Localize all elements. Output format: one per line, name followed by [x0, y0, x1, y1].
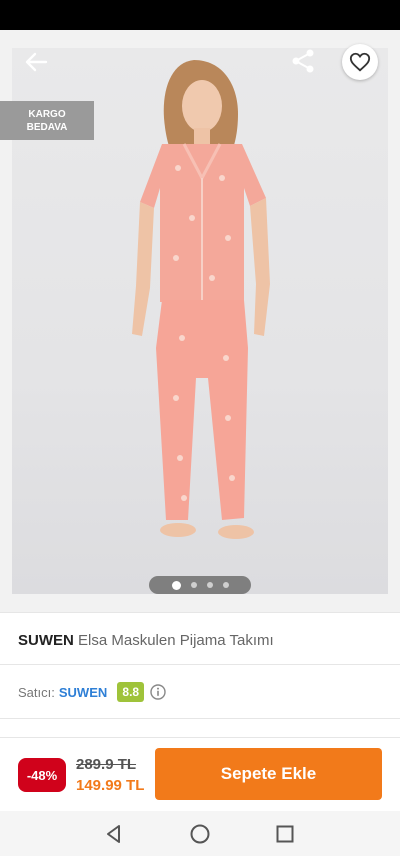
free-shipping-badge: KARGO BEDAVA [0, 101, 94, 140]
favorite-button[interactable] [342, 44, 378, 80]
divider [0, 718, 400, 719]
back-button[interactable] [22, 48, 50, 76]
back-arrow-icon [25, 52, 48, 72]
info-icon[interactable] [150, 684, 166, 700]
cargo-badge-line2: BEDAVA [26, 121, 68, 133]
add-to-cart-button[interactable]: Sepete Ekle [155, 748, 382, 800]
gallery-pagination[interactable] [149, 576, 251, 594]
nav-back-icon[interactable] [103, 823, 125, 845]
new-price: 149.99 TL [76, 777, 145, 794]
product-name: Elsa Maskulen Pijama Takımı [78, 632, 274, 649]
pagination-dot[interactable] [222, 582, 229, 588]
heart-icon [349, 52, 371, 72]
product-title: SUWEN Elsa Maskulen Pijama Takımı [18, 632, 274, 649]
discount-badge: -48% [18, 758, 66, 792]
divider [0, 664, 400, 665]
nav-recents-icon[interactable] [274, 823, 296, 845]
share-icon [292, 49, 314, 73]
seller-score-badge: 8.8 [117, 682, 145, 702]
pagination-dot[interactable] [190, 582, 197, 588]
seller-row: Satıcı: SUWEN 8.8 [18, 681, 166, 703]
old-price: 289.9 TL [76, 756, 137, 773]
nav-home-icon[interactable] [189, 823, 211, 845]
pagination-dot[interactable] [171, 580, 181, 590]
status-bar [0, 0, 400, 30]
divider [0, 612, 400, 613]
cargo-badge-line1: KARGO [28, 108, 66, 120]
brand-name[interactable]: SUWEN [18, 632, 74, 649]
share-button[interactable] [290, 48, 316, 74]
seller-name-link[interactable]: SUWEN [59, 685, 107, 700]
pagination-dot[interactable] [206, 582, 213, 588]
system-nav-bar [0, 811, 400, 856]
seller-label: Satıcı: [18, 684, 55, 700]
